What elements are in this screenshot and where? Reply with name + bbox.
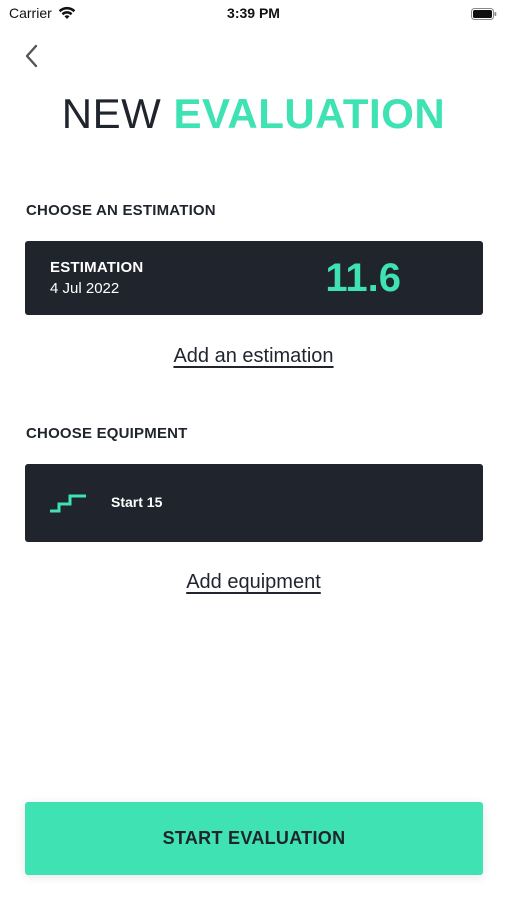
equipment-card-label: Start 15 — [111, 494, 163, 510]
estimation-card-label: ESTIMATION — [50, 259, 144, 276]
status-bar: Carrier 3:39 PM — [0, 0, 507, 28]
chevron-left-icon — [25, 44, 38, 68]
add-estimation-link[interactable]: Add an estimation — [173, 345, 333, 367]
estimation-section-heading: CHOOSE AN ESTIMATION — [26, 202, 216, 219]
stairs-icon — [49, 491, 87, 515]
equipment-section-heading: CHOOSE EQUIPMENT — [26, 425, 188, 442]
start-evaluation-button[interactable]: START EVALUATION — [25, 802, 483, 875]
status-time: 3:39 PM — [227, 5, 280, 21]
page-title-prefix: NEW — [61, 90, 162, 137]
page-title: NEW EVALUATION — [0, 88, 507, 140]
add-estimation-link-row: Add an estimation — [0, 345, 507, 368]
add-equipment-link-row: Add equipment — [0, 571, 507, 594]
estimation-card[interactable]: ESTIMATION 4 Jul 2022 11.6 — [25, 241, 483, 315]
battery-icon — [471, 7, 497, 20]
estimation-card-date: 4 Jul 2022 — [50, 280, 120, 297]
add-equipment-link[interactable]: Add equipment — [186, 571, 321, 593]
estimation-card-value: 11.6 — [325, 256, 401, 300]
equipment-card[interactable]: Start 15 — [25, 464, 483, 542]
page-title-accent: EVALUATION — [173, 90, 446, 137]
back-button[interactable] — [20, 40, 46, 72]
